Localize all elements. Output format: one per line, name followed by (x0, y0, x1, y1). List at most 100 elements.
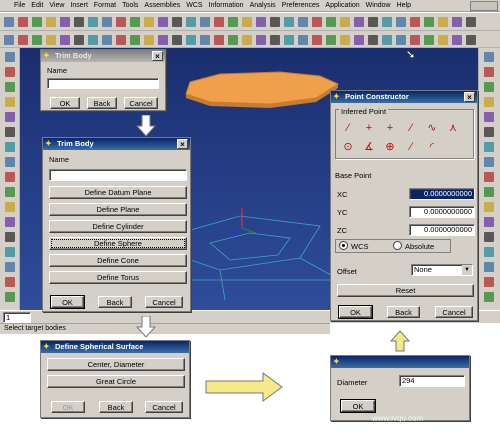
toolbar-icon[interactable] (340, 17, 350, 27)
diameter-field[interactable]: 294 (399, 375, 465, 387)
back-button[interactable]: Back (387, 306, 420, 318)
toolbar-icon[interactable] (368, 35, 378, 45)
yc-field[interactable]: 0.0000000000 (409, 206, 475, 218)
close-icon[interactable]: × (464, 92, 475, 102)
menu-item-window[interactable]: Window (366, 2, 391, 9)
menu-item-wcs[interactable]: WCS (186, 2, 202, 9)
toolbar-icon[interactable] (382, 35, 392, 45)
toolbar-icon[interactable] (438, 17, 448, 27)
zc-field[interactable]: 0.0000000000 (409, 224, 475, 236)
menu-item-tools[interactable]: Tools (122, 2, 138, 9)
toolbar-icon[interactable] (32, 35, 42, 45)
toolbar-icon[interactable] (158, 17, 168, 27)
toolbar-icon[interactable] (452, 35, 462, 45)
back-button[interactable]: Back (99, 401, 133, 413)
toolbar-icon[interactable] (102, 35, 112, 45)
ok-button[interactable]: OK (50, 295, 85, 309)
toolbar-icon[interactable] (5, 142, 15, 152)
toolbar-icon[interactable] (484, 67, 494, 77)
snap-point-icon[interactable]: ⊕ (381, 138, 399, 156)
toolbar-icon[interactable] (5, 67, 15, 77)
layer-combo[interactable]: 1 (3, 312, 31, 323)
toolbar-icon[interactable] (438, 35, 448, 45)
toolbar-icon[interactable] (270, 35, 280, 45)
toolbar-icon[interactable] (396, 35, 406, 45)
snap-point-icon[interactable]: + (381, 119, 399, 137)
toolbar-icon[interactable] (484, 187, 494, 197)
name-field[interactable] (47, 78, 159, 89)
toolbar-icon[interactable] (228, 17, 238, 27)
reset-button[interactable]: Reset (337, 284, 474, 297)
toolbar-icon[interactable] (484, 232, 494, 242)
toolbar-icon[interactable] (172, 35, 182, 45)
snap-point-icon[interactable]: ⁄ (339, 119, 357, 137)
toolbar-icon[interactable] (214, 35, 224, 45)
menu-item-format[interactable]: Format (94, 2, 116, 9)
toolbar-icon[interactable] (354, 35, 364, 45)
center-diameter-button[interactable]: Center, Diameter (47, 358, 185, 371)
define-cylinder-button[interactable]: Define Cylinder (49, 220, 187, 233)
toolbar-icon[interactable] (102, 17, 112, 27)
toolbar-icon[interactable] (312, 17, 322, 27)
toolbar-icon[interactable] (242, 35, 252, 45)
ok-button[interactable]: OK (338, 305, 373, 319)
toolbar-icon[interactable] (116, 17, 126, 27)
chevron-down-icon[interactable]: ▼ (462, 265, 472, 275)
toolbar-icon[interactable] (326, 17, 336, 27)
toolbar-icon[interactable] (484, 157, 494, 167)
ok-button[interactable]: OK (51, 401, 85, 413)
menu-item-information[interactable]: Information (209, 2, 244, 9)
toolbar-icon[interactable] (484, 217, 494, 227)
toolbar-icon[interactable] (340, 35, 350, 45)
toolbar-icon[interactable] (5, 157, 15, 167)
snap-point-icon[interactable]: + (360, 119, 378, 137)
toolbar-icon[interactable] (256, 17, 266, 27)
toolbar-icon[interactable] (74, 17, 84, 27)
toolbar-icon[interactable] (4, 35, 14, 45)
toolbar-icon[interactable] (88, 17, 98, 27)
define-plane-button[interactable]: Define Plane (49, 203, 187, 216)
toolbar-icon[interactable] (452, 17, 462, 27)
define-torus-button[interactable]: Define Torus (49, 271, 187, 284)
toolbar-icon[interactable] (396, 17, 406, 27)
toolbar-icon[interactable] (214, 17, 224, 27)
menu-item-preferences[interactable]: Preferences (282, 2, 320, 9)
toolbar-icon[interactable] (144, 17, 154, 27)
snap-point-icon[interactable]: ⋏ (444, 119, 462, 137)
toolbar-icon[interactable] (484, 82, 494, 92)
toolbar-icon[interactable] (484, 97, 494, 107)
toolbar-icon[interactable] (466, 17, 476, 27)
cancel-button[interactable]: Cancel (145, 296, 183, 308)
menu-item-file[interactable]: File (14, 2, 25, 9)
toolbar-icon[interactable] (424, 17, 434, 27)
toolbar-icon[interactable] (5, 277, 15, 287)
toolbar-icon[interactable] (256, 35, 266, 45)
toolbar-icon[interactable] (186, 35, 196, 45)
toolbar-icon[interactable] (5, 292, 15, 302)
toolbar-icon[interactable] (60, 17, 70, 27)
toolbar-icon[interactable] (298, 17, 308, 27)
snap-point-icon[interactable]: ⁄ (402, 119, 420, 137)
great-circle-button[interactable]: Great Circle (47, 375, 185, 388)
toolbar-icon[interactable] (74, 35, 84, 45)
toolbar-icon[interactable] (484, 52, 494, 62)
toolbar-icon[interactable] (5, 82, 15, 92)
snap-point-icon[interactable]: ∡ (360, 138, 378, 156)
toolbar-icon[interactable] (32, 17, 42, 27)
toolbar-icon[interactable] (484, 127, 494, 137)
toolbar-icon[interactable] (298, 35, 308, 45)
cancel-button[interactable]: Cancel (435, 306, 473, 318)
close-icon[interactable]: × (177, 139, 188, 149)
toolbar-icon[interactable] (326, 35, 336, 45)
toolbar-icon[interactable] (144, 35, 154, 45)
name-field[interactable] (49, 169, 187, 181)
toolbar-icon[interactable] (284, 17, 294, 27)
toolbar-icon[interactable] (130, 17, 140, 27)
toolbar-icon[interactable] (18, 35, 28, 45)
toolbar-icon[interactable] (5, 262, 15, 272)
back-button[interactable]: Back (98, 296, 132, 308)
toolbar-icon[interactable] (284, 35, 294, 45)
toolbar-icon[interactable] (410, 17, 420, 27)
toolbar-icon[interactable] (484, 112, 494, 122)
toolbar-icon[interactable] (158, 35, 168, 45)
